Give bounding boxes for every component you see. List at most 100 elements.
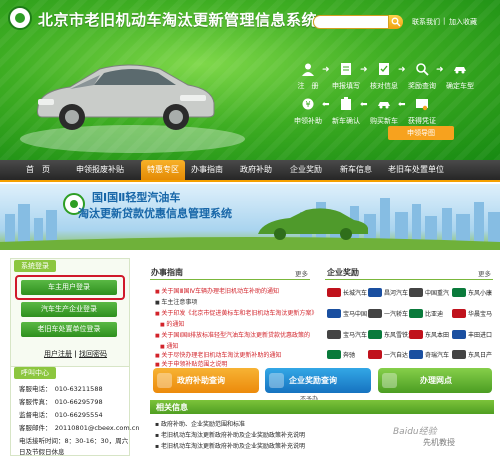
related-info-header bbox=[150, 400, 494, 414]
nav-home[interactable]: 首 页 bbox=[26, 160, 50, 180]
service-email: 客服邮件： 20110801@cbeex.com.cn bbox=[19, 424, 140, 432]
call-center-title: 呼叫中心 bbox=[14, 367, 56, 379]
brand-name: 宝马中国 bbox=[343, 311, 368, 318]
coin-icon: ¥ bbox=[302, 98, 314, 110]
enterprise-section-title: 企业奖励 bbox=[327, 268, 359, 277]
brand-name: 一汽轿车 bbox=[384, 311, 409, 318]
step-certificate[interactable]: 获得凭证 bbox=[396, 97, 448, 126]
search-button[interactable] bbox=[389, 15, 403, 29]
search-icon bbox=[391, 17, 401, 27]
enterprise-more-link[interactable]: 更多 bbox=[478, 268, 491, 278]
step-model[interactable]: 确定车型 bbox=[434, 62, 486, 91]
apply-guide-button[interactable]: 申领导图 bbox=[388, 126, 454, 140]
brand-logo-icon bbox=[368, 309, 382, 318]
enterprise-section-divider bbox=[325, 279, 493, 280]
banner-title-line1: 国Ⅰ国Ⅱ轻型汽油车 bbox=[92, 191, 181, 204]
news-item[interactable]: 车主注意事项 bbox=[155, 297, 197, 306]
service-hours-note: 日及节假日休息 bbox=[19, 448, 65, 456]
brand-name: 中国重汽 bbox=[425, 290, 450, 297]
service-hours: 电话接听时间：8：30-16：30，周六 bbox=[19, 437, 129, 445]
search-icon bbox=[269, 373, 284, 388]
brand-name: 长城汽车 bbox=[343, 290, 368, 297]
account-link-separator: | bbox=[74, 350, 77, 358]
news-item-continued[interactable]: 的通知 bbox=[160, 319, 184, 328]
brand-logo-icon bbox=[452, 309, 466, 318]
manufacturer-login-button[interactable]: 汽车生产企业登录 bbox=[21, 302, 117, 317]
related-item[interactable]: 老旧机动车淘汰更新政府补助及企业奖励政策补充说明 bbox=[155, 441, 305, 450]
brand-name: 奇瑞汽车 bbox=[425, 352, 450, 359]
brand-logo-icon bbox=[327, 330, 341, 339]
account-links: 用户注册 | 找回密码 bbox=[44, 349, 107, 359]
brand-logo-icon bbox=[409, 330, 423, 339]
watermark-tag: 先机教授 bbox=[423, 438, 455, 447]
news-item[interactable]: 关于国Ⅲ国Ⅳ车辆办理老旧机动车补助的通知 bbox=[155, 286, 279, 295]
add-favorite-link[interactable]: 加入收藏 bbox=[449, 17, 477, 27]
guide-more-link[interactable]: 更多 bbox=[295, 268, 308, 278]
brand-name: 宝马汽车 bbox=[343, 332, 368, 339]
car-illustration bbox=[37, 64, 215, 130]
svg-text:¥: ¥ bbox=[305, 100, 310, 109]
service-phone: 客服电话： 010-63211588 bbox=[19, 385, 103, 393]
clipboard-icon bbox=[341, 97, 351, 110]
brand-logo-icon bbox=[452, 330, 466, 339]
car-icon bbox=[378, 102, 390, 109]
brand-logo-icon bbox=[452, 350, 466, 359]
checklist-icon bbox=[379, 63, 389, 75]
service-fax: 客服传真： 010-66295798 bbox=[19, 398, 103, 406]
nav-enterprise-reward[interactable]: 企业奖励 bbox=[290, 160, 322, 180]
login-panel-title: 系统登录 bbox=[14, 260, 56, 272]
nav-gov-subsidy[interactable]: 政府补助 bbox=[240, 160, 272, 180]
nav-special-zone[interactable]: 特惠专区 bbox=[141, 160, 185, 180]
owner-login-highlight bbox=[15, 275, 125, 300]
brand-name: 东风日产 bbox=[468, 352, 493, 359]
calculator-icon bbox=[157, 373, 172, 388]
news-item[interactable]: 关于印发《北京市促进黄标车和老旧机动车淘汰更新方案》 bbox=[155, 308, 317, 317]
contact-us-link[interactable]: 联系我们 bbox=[412, 17, 440, 27]
guide-section-divider bbox=[150, 279, 310, 280]
brand-name: 华晨宝马 bbox=[468, 311, 493, 318]
enterprise-reward-query-button[interactable]: 企业奖励查询 bbox=[265, 368, 371, 393]
car-icon bbox=[454, 67, 466, 74]
certificate-icon bbox=[416, 99, 428, 111]
related-item[interactable]: 政府补助、企业奖励范围和标准 bbox=[155, 419, 245, 428]
form-icon bbox=[341, 63, 351, 75]
site-title: 北京市老旧机动车淘汰更新管理信息系统 bbox=[38, 11, 318, 29]
service-outlets-button[interactable]: 办理网点 bbox=[378, 368, 492, 393]
disposal-unit-login-button[interactable]: 老旧车处置单位登录 bbox=[21, 322, 117, 337]
search-input[interactable] bbox=[313, 15, 389, 29]
step-label: 确定车型 bbox=[446, 82, 474, 90]
header-link-separator: | bbox=[443, 17, 446, 25]
brand-name: 比亚迪 bbox=[425, 311, 444, 318]
brand-name: 丰田进口 bbox=[468, 332, 493, 339]
brand-name: 东风小康 bbox=[468, 290, 493, 297]
nav-disposal-units[interactable]: 老旧车处置单位 bbox=[388, 160, 444, 180]
brand-logo-icon bbox=[327, 350, 341, 359]
baidu-watermark: Baidu经验 bbox=[393, 427, 437, 437]
news-item-continued[interactable]: 通知 bbox=[160, 341, 178, 350]
news-item[interactable]: 关于申领补贴范围之说明 bbox=[155, 359, 227, 368]
brand-name: 奔驰 bbox=[343, 352, 356, 359]
brand-logo-item[interactable]: 东风小康 bbox=[452, 288, 500, 302]
gov-subsidy-query-button[interactable]: 政府补助查询 bbox=[153, 368, 259, 393]
news-item[interactable]: 关于尽快办理老旧机动车淘汰更新补助的通知 bbox=[155, 350, 281, 359]
related-item[interactable]: 老旧机动车淘汰更新政府补助及企业奖励政策补充说明 bbox=[155, 430, 305, 439]
brand-logo-item[interactable]: 丰田进口 bbox=[452, 330, 500, 344]
brand-logo-icon bbox=[452, 288, 466, 297]
news-item[interactable]: 关于国Ⅰ国Ⅱ排放标准轻型汽油车淘汰更新贷款优惠政策的 bbox=[155, 330, 310, 339]
related-info-title: 相关信息 bbox=[156, 403, 188, 412]
nav-guide[interactable]: 办事指南 bbox=[191, 160, 223, 180]
nav-new-car-info[interactable]: 新车信息 bbox=[340, 160, 372, 180]
brand-logo-icon bbox=[409, 288, 423, 297]
brand-logo-icon bbox=[368, 350, 382, 359]
brand-logo-icon bbox=[409, 350, 423, 359]
brand-logo-item[interactable]: 华晨宝马 bbox=[452, 309, 500, 323]
loan-banner[interactable]: 国Ⅰ国Ⅱ轻型汽油车 淘汰更新贷款优惠信息管理系统 bbox=[0, 184, 500, 250]
brand-logo-item[interactable]: 东风日产 bbox=[452, 350, 500, 364]
location-icon bbox=[382, 373, 397, 388]
main-nav: 首 页 申领报废补贴 特惠专区 办事指南 政府补助 企业奖励 新车信息 老旧车处… bbox=[0, 160, 500, 182]
brand-logo-icon bbox=[327, 309, 341, 318]
register-link[interactable]: 用户注册 bbox=[44, 350, 72, 358]
recover-password-link[interactable]: 找回密码 bbox=[79, 350, 107, 358]
nav-apply-subsidy[interactable]: 申领报废补贴 bbox=[76, 160, 124, 180]
brand-logo-icon bbox=[327, 288, 341, 297]
